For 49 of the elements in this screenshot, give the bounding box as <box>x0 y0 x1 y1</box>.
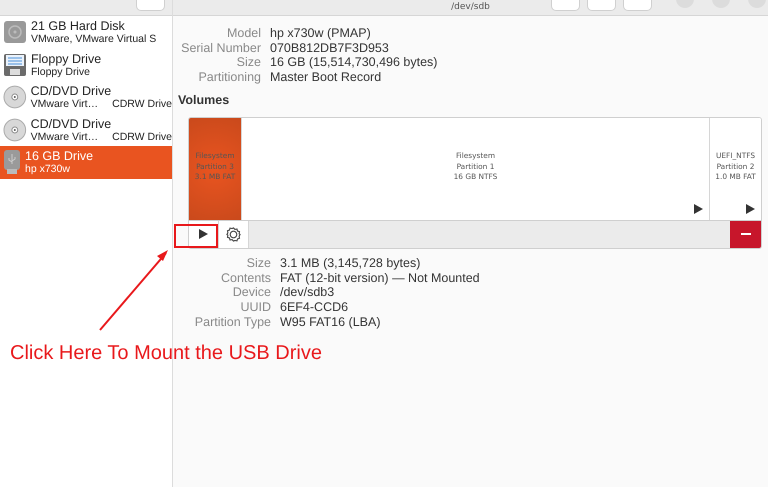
field-value: 6EF4-CCD6 <box>280 300 350 315</box>
drive-list-item[interactable]: CD/DVD Drive VMware Virt… CDRW Drive <box>0 81 172 114</box>
section-heading: Volumes <box>178 92 230 107</box>
field-value: hp x730w (PMAP) <box>270 26 372 41</box>
drive-list-item[interactable]: Floppy Drive Floppy Drive <box>0 48 172 81</box>
play-icon <box>746 204 755 214</box>
field-value: Master Boot Record <box>270 70 382 85</box>
drive-model: VMware Virt… <box>30 130 98 143</box>
drive-name: 21 GB Hard Disk <box>31 19 126 34</box>
field-label: Partition Type <box>194 314 271 330</box>
play-icon <box>694 204 703 214</box>
field-value: /dev/sdb3 <box>280 285 336 300</box>
highlight-frame <box>174 224 218 248</box>
drive-list-item[interactable]: 21 GB Hard Disk VMware, VMware Virtual S <box>0 16 172 48</box>
drive-model: VMware Virt… <box>30 98 98 110</box>
usb-drive-icon <box>3 149 21 176</box>
settings-icon <box>226 226 241 242</box>
field-label: Model <box>226 26 261 41</box>
drive-model: hp x730w <box>25 163 70 176</box>
drive-media: CDRW Drive <box>112 130 172 143</box>
drive-name: 16 GB Drive <box>25 149 94 164</box>
field-value: FAT (12-bit version) — Not Mounted <box>280 270 481 286</box>
field-label: UUID <box>239 300 271 315</box>
field-label: Partitioning <box>197 70 261 85</box>
drive-model: VMware, VMware Virtual S <box>31 33 156 46</box>
drive-name: Floppy Drive <box>31 52 102 66</box>
drive-media: CDRW Drive <box>112 98 172 110</box>
drive-list-item[interactable]: 16 GB Drive hp x730w <box>0 146 172 178</box>
field-value: 16 GB (15,514,730,496 bytes) <box>270 55 438 70</box>
annotation-text: Click Here To Mount the USB Drive <box>10 342 322 365</box>
optical-disc-icon <box>3 118 27 142</box>
window-title: /dev/sdb <box>451 2 490 13</box>
field-label: Contents <box>220 270 271 286</box>
drive-name: CD/DVD Drive <box>30 84 112 98</box>
minus-icon <box>740 233 750 236</box>
field-value: 070B812DB7F3D953 <box>270 40 390 56</box>
drive-name: CD/DVD Drive <box>30 116 112 131</box>
field-label: Size <box>236 55 261 70</box>
optical-disc-icon <box>3 85 27 110</box>
drive-list-item[interactable]: CD/DVD Drive VMware Virt… CDRW Drive <box>0 114 172 146</box>
field-label: Size <box>246 256 271 271</box>
field-value: 3.1 MB (3,145,728 bytes) <box>280 256 422 271</box>
field-label: Serial Number <box>180 40 261 56</box>
delete-button[interactable] <box>730 220 761 248</box>
play-icon <box>199 229 208 240</box>
drive-model: Floppy Drive <box>31 66 90 78</box>
settings-button[interactable] <box>219 220 249 248</box>
field-value: W95 FAT16 (LBA) <box>280 314 382 330</box>
field-label: Device <box>232 285 271 300</box>
